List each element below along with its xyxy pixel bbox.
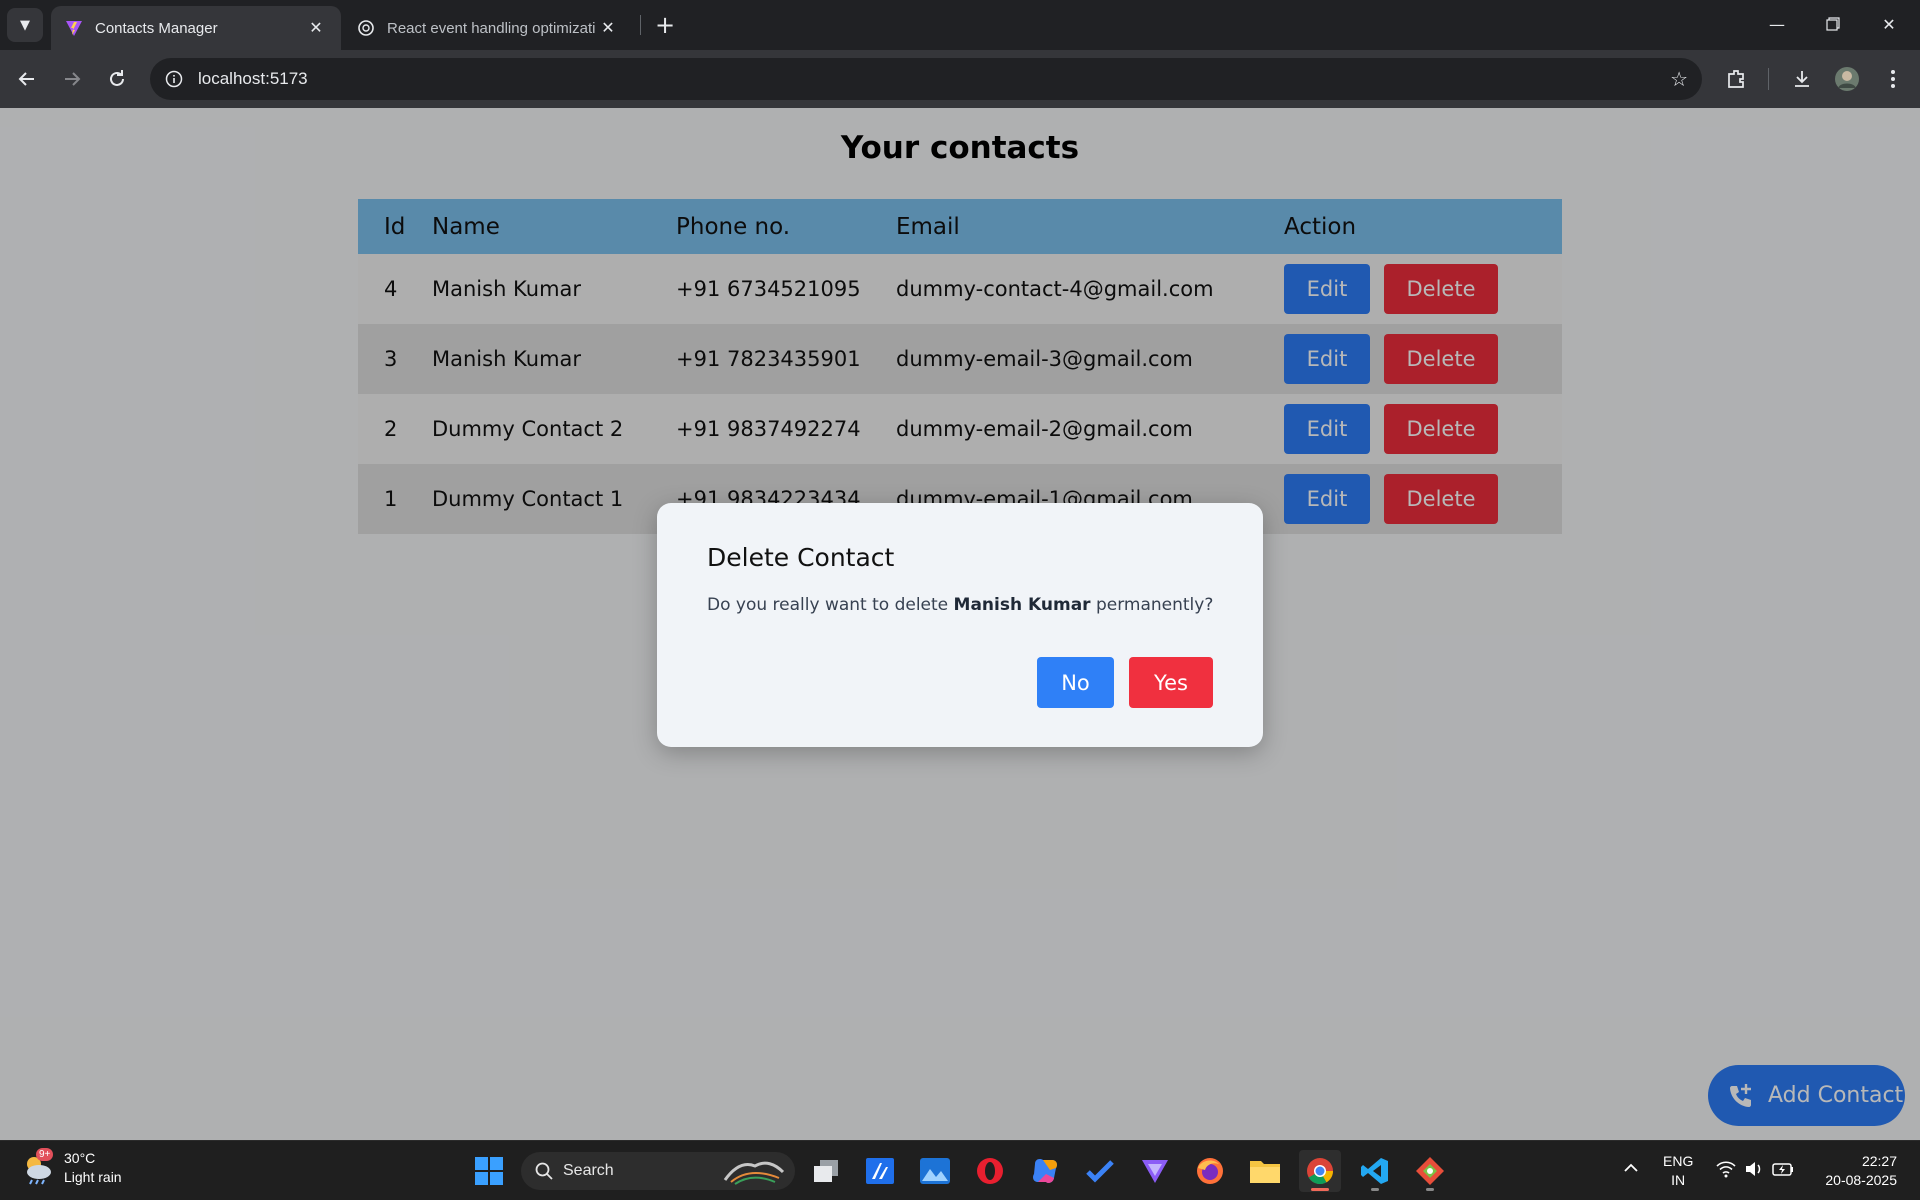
start-button[interactable]	[468, 1150, 510, 1192]
browser-toolbar: localhost:5173 ☆	[0, 50, 1920, 108]
search-icon	[535, 1162, 553, 1180]
back-button[interactable]	[9, 61, 45, 97]
system-status-group[interactable]	[1716, 1160, 1794, 1178]
volume-icon	[1746, 1162, 1761, 1176]
tab-contacts-manager[interactable]: Contacts Manager ✕	[51, 6, 341, 50]
clock-date: 20-08-2025	[1825, 1172, 1897, 1188]
restore-button[interactable]	[1805, 0, 1861, 48]
weather-condition: Light rain	[64, 1169, 122, 1185]
clock-time: 22:27	[1861, 1153, 1897, 1169]
more-menu-icon[interactable]	[1878, 64, 1908, 94]
file-explorer-icon[interactable]	[1244, 1150, 1286, 1192]
dialog-message-suffix: permanently?	[1090, 595, 1214, 615]
search-placeholder: Search	[563, 1162, 614, 1179]
notification-badge: 9+	[36, 1148, 54, 1161]
running-indicator	[1371, 1188, 1379, 1191]
photos-icon[interactable]	[914, 1150, 956, 1192]
battery-charging-icon	[1772, 1163, 1793, 1176]
address-bar[interactable]: localhost:5173 ☆	[150, 58, 1702, 100]
site-info-button[interactable]	[154, 58, 194, 100]
firefox-icon[interactable]	[1189, 1150, 1231, 1192]
forward-button[interactable]	[54, 61, 90, 97]
dialog-message-prefix: Do you really want to delete	[707, 595, 954, 615]
windows-taskbar: 9+ 30°C Light rain Search ENG IN 22:27 2…	[0, 1140, 1920, 1200]
vscode-icon[interactable]	[1354, 1150, 1396, 1192]
git-tool-icon[interactable]	[1409, 1150, 1451, 1192]
windows-logo-icon	[475, 1157, 503, 1185]
minimize-button[interactable]: —	[1749, 0, 1805, 48]
tab-react-event-handling[interactable]: React event handling optimizati ✕	[343, 6, 633, 50]
bookmark-star-icon[interactable]: ☆	[1670, 67, 1688, 91]
wifi-icon	[1716, 1161, 1736, 1178]
close-icon[interactable]: ✕	[597, 17, 619, 39]
close-icon[interactable]: ✕	[305, 17, 327, 39]
app-icon-blue[interactable]	[859, 1150, 901, 1192]
close-window-button[interactable]: ✕	[1861, 0, 1917, 48]
todo-icon[interactable]	[1079, 1150, 1121, 1192]
chevron-up-icon	[1624, 1163, 1638, 1172]
delete-confirm-dialog: Delete Contact Do you really want to del…	[657, 503, 1263, 747]
language-indicator[interactable]: ENG IN	[1663, 1152, 1693, 1190]
clock[interactable]: 22:27 20-08-2025	[1817, 1152, 1897, 1190]
tab-search-button[interactable]: ▼	[7, 8, 43, 42]
yes-button[interactable]: Yes	[1129, 657, 1213, 708]
toolbar-divider	[1768, 68, 1769, 90]
task-view-icon[interactable]	[805, 1150, 847, 1192]
running-indicator	[1426, 1188, 1434, 1191]
url-text: localhost:5173	[198, 69, 308, 88]
arrow-right-icon	[65, 72, 81, 86]
proton-vpn-icon[interactable]	[1134, 1150, 1176, 1192]
cloud-rain-icon: 9+	[20, 1148, 56, 1186]
opera-icon[interactable]	[969, 1150, 1011, 1192]
search-highlight-icon	[723, 1161, 785, 1185]
vite-favicon-icon	[65, 19, 83, 37]
weather-temperature: 30°C	[64, 1150, 96, 1166]
profile-avatar[interactable]	[1832, 64, 1862, 94]
download-icon[interactable]	[1787, 64, 1817, 94]
taskbar-search[interactable]: Search	[521, 1152, 795, 1190]
reload-icon	[110, 70, 124, 86]
chrome-icon[interactable]	[1299, 1150, 1341, 1192]
arrow-left-icon	[18, 72, 34, 86]
reload-button[interactable]	[99, 61, 135, 97]
tab-title: Contacts Manager	[95, 19, 218, 37]
no-button[interactable]: No	[1037, 657, 1114, 708]
tab-title: React event handling optimizati	[387, 19, 596, 37]
weather-widget[interactable]: 9+ 30°C Light rain	[20, 1148, 122, 1187]
active-indicator	[1311, 1188, 1329, 1191]
browser-tab-strip: ▼ Contacts Manager ✕ React event handlin…	[0, 0, 1920, 50]
chatgpt-favicon-icon	[357, 19, 375, 37]
language-code: ENG	[1663, 1153, 1694, 1169]
new-tab-button[interactable]: +	[650, 10, 680, 40]
tab-separator	[640, 15, 641, 35]
chevron-down-icon: ▼	[20, 17, 30, 33]
info-icon	[165, 70, 183, 88]
dialog-message: Do you really want to delete Manish Kuma…	[707, 595, 1213, 615]
extensions-icon[interactable]	[1721, 64, 1751, 94]
copilot-icon[interactable]	[1024, 1150, 1066, 1192]
dialog-contact-name: Manish Kumar	[953, 595, 1091, 615]
dialog-title: Delete Contact	[707, 543, 895, 572]
region-code: IN	[1671, 1172, 1686, 1188]
show-hidden-icons-button[interactable]	[1622, 1159, 1640, 1180]
